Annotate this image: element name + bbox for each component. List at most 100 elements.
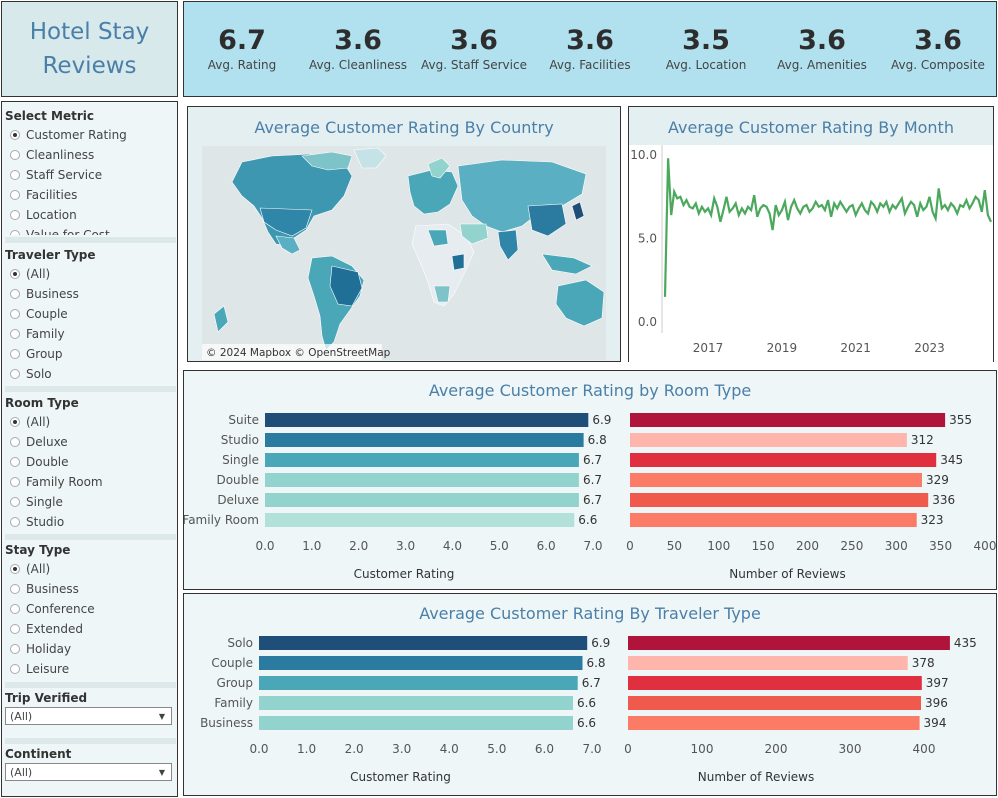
radio-icon[interactable] — [10, 190, 20, 200]
radio-selected-icon[interactable] — [10, 130, 20, 140]
rating-bar[interactable] — [265, 433, 584, 447]
radio-icon[interactable] — [10, 150, 20, 160]
rating-bar[interactable] — [265, 413, 589, 427]
kpi-value: 3.6 — [914, 25, 962, 56]
room-option-family-room[interactable]: Family Room — [5, 472, 176, 492]
category-label: Suite — [228, 413, 259, 427]
kpi-label: Avg. Cleanliness — [308, 58, 408, 72]
rating-bar[interactable] — [265, 473, 579, 487]
room-type-bar-chart[interactable]: Suite 6.9 355 Studio 6.8 312 Single 6.7 345 Doubl… — [184, 409, 996, 589]
world-map[interactable]: © 2024 Mapbox © OpenStreetMap — [202, 146, 606, 360]
traveler-option-all[interactable]: (All) — [5, 264, 176, 284]
metric-option-staff-service[interactable]: Staff Service — [5, 165, 176, 185]
reviews-tick-label: 400 — [913, 742, 936, 756]
option-label: Staff Service — [26, 168, 103, 182]
stay-option-conference[interactable]: Conference — [5, 599, 176, 619]
rating-tick-label: 5.0 — [487, 742, 506, 756]
traveler-option-couple[interactable]: Couple — [5, 304, 176, 324]
reviews-bar[interactable] — [630, 413, 946, 427]
metric-option-cleanliness[interactable]: Cleanliness — [5, 145, 176, 165]
kpi-value: 3.6 — [334, 25, 382, 56]
rating-bar[interactable] — [265, 513, 575, 527]
radio-icon[interactable] — [10, 497, 20, 507]
radio-icon[interactable] — [10, 664, 20, 674]
traveler-option-group[interactable]: Group — [5, 344, 176, 364]
radio-icon[interactable] — [10, 517, 20, 527]
scrollbar[interactable] — [5, 237, 176, 243]
room-option-deluxe[interactable]: Deluxe — [5, 432, 176, 452]
reviews-bar[interactable] — [630, 453, 937, 467]
reviews-bar[interactable] — [630, 493, 929, 507]
rating-bar[interactable] — [259, 676, 578, 690]
divider — [5, 682, 176, 688]
reviews-bar[interactable] — [628, 716, 920, 730]
radio-icon[interactable] — [10, 624, 20, 634]
reviews-bar[interactable] — [630, 473, 922, 487]
rating-bar[interactable] — [265, 453, 579, 467]
reviews-bar[interactable] — [628, 656, 908, 670]
plot-background — [629, 145, 993, 363]
trip-verified-dropdown[interactable]: (All) ▼ — [5, 707, 172, 725]
radio-selected-icon[interactable] — [10, 417, 20, 427]
rating-bar[interactable] — [259, 716, 573, 730]
continent-filter: Continent (All) ▼ — [5, 745, 176, 781]
rating-bar[interactable] — [265, 493, 579, 507]
radio-icon[interactable] — [10, 289, 20, 299]
dropdown-arrow-icon[interactable]: ▼ — [159, 708, 165, 726]
traveler-option-solo[interactable]: Solo — [5, 364, 176, 384]
reviews-bar[interactable] — [628, 676, 922, 690]
room-option-single[interactable]: Single — [5, 492, 176, 512]
radio-icon[interactable] — [10, 369, 20, 379]
radio-icon[interactable] — [10, 349, 20, 359]
radio-icon[interactable] — [10, 437, 20, 447]
metric-option-facilities[interactable]: Facilities — [5, 185, 176, 205]
stay-option-business[interactable]: Business — [5, 579, 176, 599]
reviews-bar[interactable] — [628, 696, 921, 710]
rating-bar[interactable] — [259, 636, 588, 650]
monthly-line-chart[interactable]: 10.0 5.0 0.0 2017 2019 2021 2023 — [629, 145, 993, 363]
radio-icon[interactable] — [10, 457, 20, 467]
stay-option-leisure[interactable]: Leisure — [5, 659, 176, 679]
rating-bar[interactable] — [259, 696, 573, 710]
rating-tick-label: 1.0 — [302, 539, 321, 553]
traveler-option-family[interactable]: Family — [5, 324, 176, 344]
trip-verified-filter: Trip Verified (All) ▼ — [5, 689, 176, 725]
room-option-double[interactable]: Double — [5, 452, 176, 472]
dropdown-arrow-icon[interactable]: ▼ — [159, 764, 165, 782]
radio-selected-icon[interactable] — [10, 564, 20, 574]
radio-icon[interactable] — [10, 309, 20, 319]
metric-option-customer-rating[interactable]: Customer Rating — [5, 125, 176, 145]
radio-icon[interactable] — [10, 604, 20, 614]
stay-option-holiday[interactable]: Holiday — [5, 639, 176, 659]
rating-value-label: 6.7 — [583, 473, 602, 487]
continent-dropdown[interactable]: (All) ▼ — [5, 763, 172, 781]
y-tick-label: 0.0 — [638, 315, 657, 329]
stay-option-all[interactable]: (All) — [5, 559, 176, 579]
radio-icon[interactable] — [10, 584, 20, 594]
room-option-studio[interactable]: Studio — [5, 512, 176, 532]
reviews-value-label: 336 — [932, 493, 955, 507]
rating-value-label: 6.6 — [577, 716, 596, 730]
reviews-bar[interactable] — [628, 636, 950, 650]
metric-option-location[interactable]: Location — [5, 205, 176, 225]
room-option-all[interactable]: (All) — [5, 412, 176, 432]
monthly-rating-panel: Average Customer Rating By Month 10.0 5.0… — [628, 106, 994, 363]
radio-icon[interactable] — [10, 329, 20, 339]
country-map-panel: Average Customer Rating By Country © 202… — [187, 106, 621, 362]
radio-icon[interactable] — [10, 230, 20, 235]
radio-icon[interactable] — [10, 170, 20, 180]
east-africa-country-shape[interactable] — [451, 253, 465, 271]
option-label: Extended — [26, 622, 83, 636]
traveler-type-bar-chart[interactable]: Solo 6.9 435 Couple 6.8 378 Group 6.7 397 Family 6… — [184, 632, 996, 795]
traveler-option-business[interactable]: Business — [5, 284, 176, 304]
category-label: Group — [216, 676, 253, 690]
radio-icon[interactable] — [10, 210, 20, 220]
radio-selected-icon[interactable] — [10, 269, 20, 279]
reviews-bar[interactable] — [630, 513, 917, 527]
reviews-bar[interactable] — [630, 433, 907, 447]
radio-icon[interactable] — [10, 644, 20, 654]
stay-option-extended[interactable]: Extended — [5, 619, 176, 639]
metric-option-value-for-cost[interactable]: Value for Cost — [5, 225, 176, 235]
radio-icon[interactable] — [10, 477, 20, 487]
rating-bar[interactable] — [259, 656, 583, 670]
